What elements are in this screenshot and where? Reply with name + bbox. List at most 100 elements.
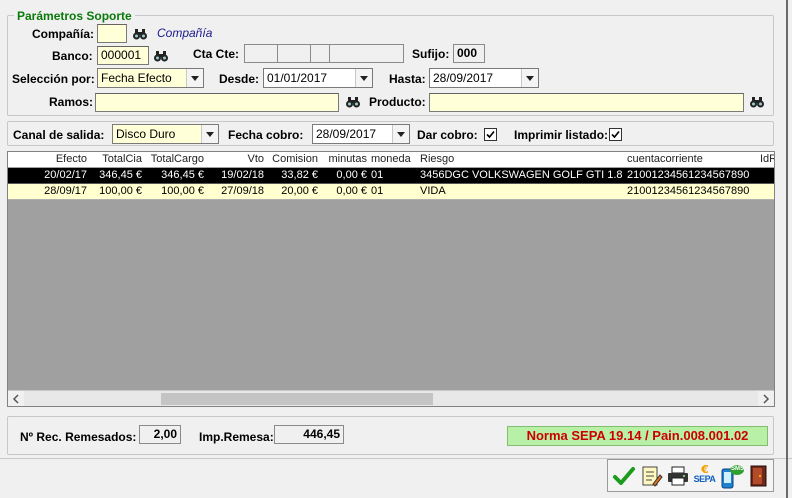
imp-remesa-value: 446,45 bbox=[274, 425, 344, 444]
exit-button[interactable] bbox=[745, 462, 772, 490]
ramos-input[interactable] bbox=[95, 93, 339, 112]
table-cell[interactable]: 01 bbox=[369, 184, 419, 200]
table-cell[interactable]: 20/02/17 bbox=[12, 168, 90, 184]
canal-dropdown-arrow-icon[interactable] bbox=[201, 125, 218, 143]
table-row[interactable]: 20/02/17 346,45 €346,45 €19/02/18 33,82 €0… bbox=[8, 168, 774, 184]
table-cell[interactable]: 33,82 € bbox=[266, 168, 321, 184]
table-row[interactable]: 28/09/17 100,00 €100,00 €27/09/18 20,00 €0… bbox=[8, 184, 774, 200]
grid-empty-area bbox=[8, 200, 774, 390]
compania-name-text: Compañía bbox=[157, 26, 213, 40]
column-header[interactable]: Efecto bbox=[12, 152, 90, 168]
table-cell[interactable]: VIDA bbox=[418, 184, 626, 200]
fecha-cobro-value: 28/09/2017 bbox=[316, 127, 377, 141]
dar-cobro-checkbox[interactable] bbox=[484, 128, 497, 141]
table-cell[interactable]: 100,00 € bbox=[89, 184, 145, 200]
sufijo-field: 000 bbox=[453, 44, 485, 63]
table-cell[interactable]: 28/09/17 bbox=[12, 184, 90, 200]
action-toolbar: € SEPA SMS bbox=[607, 459, 774, 492]
producto-label: Producto: bbox=[369, 95, 426, 109]
column-header[interactable]: Vto bbox=[206, 152, 267, 168]
banco-search-binoculars-icon[interactable] bbox=[153, 48, 169, 64]
ctacte-label: Cta Cte: bbox=[193, 47, 240, 61]
scroll-left-button[interactable] bbox=[8, 391, 24, 406]
column-header[interactable]: cuentacorriente bbox=[625, 152, 759, 168]
sms-button[interactable]: SMS bbox=[718, 462, 745, 490]
column-header[interactable]: minutas bbox=[320, 152, 370, 168]
sepa-label: SEPA bbox=[693, 474, 716, 484]
parametros-soporte-legend: Parámetros Soporte bbox=[14, 9, 135, 23]
seleccion-select[interactable]: Fecha Efecto bbox=[97, 68, 204, 88]
column-header[interactable]: IdRe bbox=[758, 152, 774, 168]
sms-label: SMS bbox=[731, 466, 745, 472]
column-header[interactable]: Comision bbox=[266, 152, 321, 168]
ctacte-entidad-field bbox=[244, 44, 278, 63]
table-cell[interactable]: 21001234561234567890 bbox=[625, 168, 759, 184]
check-icon bbox=[612, 467, 635, 485]
table-cell[interactable]: 3456DGC VOLKSWAGEN GOLF GTI 1.8 bbox=[418, 168, 626, 184]
column-header[interactable]: Riesgo bbox=[418, 152, 626, 168]
fecha-cobro-dropdown-arrow-icon[interactable] bbox=[392, 125, 409, 143]
window-edge bbox=[786, 0, 788, 498]
table-cell[interactable] bbox=[758, 168, 774, 184]
grid-body: Efecto TotalCia TotalCargo Vto Comision minut… bbox=[8, 152, 774, 390]
ramos-search-binoculars-icon[interactable] bbox=[345, 94, 361, 110]
imprimir-checkbox[interactable] bbox=[609, 128, 622, 141]
column-header[interactable]: moneda bbox=[369, 152, 419, 168]
table-cell[interactable]: 100,00 € bbox=[144, 184, 207, 200]
dar-cobro-label: Dar cobro: bbox=[417, 128, 478, 142]
scroll-right-button[interactable] bbox=[758, 391, 774, 406]
hasta-value: 28/09/2017 bbox=[433, 71, 494, 85]
canal-label: Canal de salida: bbox=[13, 128, 105, 142]
edit-document-icon bbox=[642, 466, 663, 487]
table-cell[interactable]: 19/02/18 bbox=[206, 168, 267, 184]
producto-input[interactable] bbox=[429, 93, 744, 112]
compania-label: Compañía: bbox=[32, 27, 95, 41]
ramos-label: Ramos: bbox=[49, 95, 94, 109]
accept-button[interactable] bbox=[610, 462, 637, 490]
table-cell[interactable]: 21001234561234567890 bbox=[625, 184, 759, 200]
table-cell[interactable]: 0,00 € bbox=[320, 184, 370, 200]
hasta-dropdown-arrow-icon[interactable] bbox=[521, 69, 538, 87]
desde-date-picker[interactable]: 01/01/2017 bbox=[263, 68, 373, 88]
table-cell[interactable]: 27/09/18 bbox=[206, 184, 267, 200]
norma-sepa-badge: Norma SEPA 19.14 / Pain.008.001.02 bbox=[507, 426, 768, 446]
table-cell[interactable]: 346,45 € bbox=[89, 168, 145, 184]
banco-label: Banco: bbox=[52, 49, 93, 63]
seleccion-dropdown-arrow-icon[interactable] bbox=[186, 69, 203, 87]
fecha-cobro-label: Fecha cobro: bbox=[228, 128, 304, 142]
fecha-cobro-date-picker[interactable]: 28/09/2017 bbox=[312, 124, 410, 144]
canal-value: Disco Duro bbox=[116, 127, 176, 141]
ctacte-cuenta-field bbox=[329, 44, 404, 63]
recibos-grid: Efecto TotalCia TotalCargo Vto Comision minut… bbox=[7, 151, 775, 407]
banco-input[interactable]: 000001 bbox=[97, 46, 149, 65]
desde-dropdown-arrow-icon[interactable] bbox=[355, 69, 372, 87]
table-cell[interactable]: 0,00 € bbox=[320, 168, 370, 184]
seleccion-value: Fecha Efecto bbox=[101, 71, 172, 85]
desde-value: 01/01/2017 bbox=[267, 71, 328, 85]
compania-search-binoculars-icon[interactable] bbox=[132, 26, 148, 42]
arrow-left-icon bbox=[12, 394, 19, 404]
grid-header-row: Efecto TotalCia TotalCargo Vto Comision minut… bbox=[8, 152, 774, 168]
column-header[interactable]: TotalCia bbox=[89, 152, 145, 168]
nrec-label: Nº Rec. Remesados: bbox=[20, 430, 137, 444]
nrec-value: 2,00 bbox=[139, 425, 181, 444]
table-cell[interactable]: 346,45 € bbox=[144, 168, 207, 184]
horizontal-scrollbar[interactable] bbox=[8, 390, 774, 406]
sepa-button[interactable]: € SEPA bbox=[691, 462, 718, 490]
printer-icon bbox=[667, 466, 688, 486]
table-cell[interactable]: 20,00 € bbox=[266, 184, 321, 200]
canal-select[interactable]: Disco Duro bbox=[112, 124, 219, 144]
check-mark-icon bbox=[486, 130, 495, 139]
sufijo-label: Sufijo: bbox=[412, 47, 450, 61]
edit-list-button[interactable] bbox=[637, 462, 664, 490]
producto-search-binoculars-icon[interactable] bbox=[749, 94, 765, 110]
column-header[interactable]: TotalCargo bbox=[144, 152, 207, 168]
table-cell[interactable]: 01 bbox=[369, 168, 419, 184]
table-cell[interactable] bbox=[758, 184, 774, 200]
hasta-date-picker[interactable]: 28/09/2017 bbox=[429, 68, 539, 88]
scroll-thumb[interactable] bbox=[161, 393, 433, 405]
print-button[interactable] bbox=[664, 462, 691, 490]
compania-input[interactable] bbox=[97, 24, 127, 43]
imprimir-label: Imprimir listado: bbox=[514, 128, 609, 142]
desde-label: Desde: bbox=[219, 72, 260, 86]
